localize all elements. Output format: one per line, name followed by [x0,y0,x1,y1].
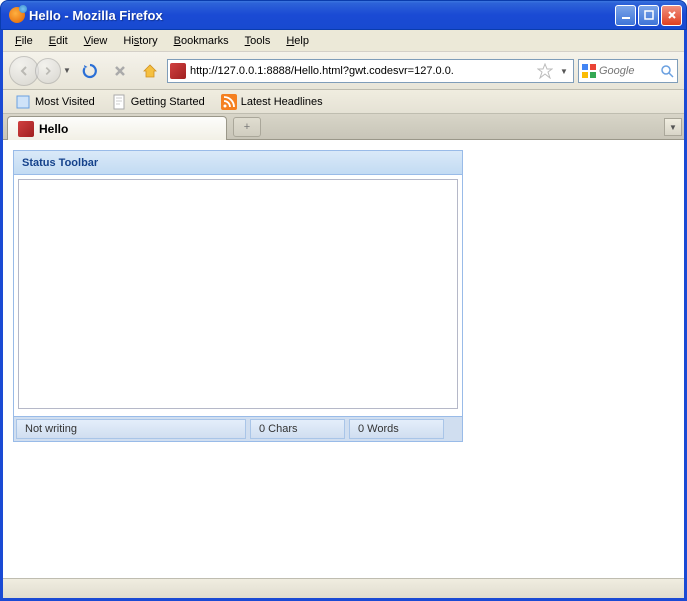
status-chars: 0 Chars [250,419,345,439]
window-title: Hello - Mozilla Firefox [29,8,615,23]
menu-view[interactable]: View [76,33,116,49]
chevron-down-icon: ▼ [560,67,568,76]
page-icon [111,94,127,110]
stop-button[interactable] [107,58,133,84]
search-bar[interactable] [578,59,678,83]
menu-help[interactable]: Help [278,33,317,49]
menu-bar: File Edit View History Bookmarks Tools H… [3,30,684,52]
rss-icon [221,94,237,110]
page-icon [15,94,31,110]
panel-title: Status Toolbar [14,151,462,175]
url-input[interactable] [190,65,533,77]
new-tab-button[interactable]: + [233,117,261,137]
window-titlebar: Hello - Mozilla Firefox [0,0,687,30]
menu-edit[interactable]: Edit [41,33,76,49]
page-content: Status Toolbar Not writing 0 Chars 0 Wor… [3,140,684,578]
nav-history-dropdown[interactable]: ▼ [61,59,73,83]
maximize-button[interactable] [638,5,659,26]
bookmark-label: Latest Headlines [241,96,323,108]
reload-button[interactable] [77,58,103,84]
minimize-button[interactable] [615,5,636,26]
plus-icon: + [244,121,250,133]
search-input[interactable] [599,65,657,77]
google-icon[interactable] [581,63,597,79]
bookmark-label: Most Visited [35,96,95,108]
bookmark-star-icon[interactable] [537,63,553,79]
window-controls [615,5,682,26]
address-bar[interactable]: ▼ [167,59,574,83]
browser-statusbar [3,578,684,598]
menu-bookmarks[interactable]: Bookmarks [166,33,237,49]
tab-bar: Hello + ▼ [3,114,684,140]
arrow-left-icon [17,64,31,78]
menu-file[interactable]: File [7,33,41,49]
panel-statusbar: Not writing 0 Chars 0 Words [14,416,462,441]
bookmark-most-visited[interactable]: Most Visited [9,92,101,112]
menu-history[interactable]: History [115,33,165,49]
bookmark-getting-started[interactable]: Getting Started [105,92,211,112]
arrow-right-icon [42,65,54,77]
site-favicon-icon [170,63,186,79]
status-words: 0 Words [349,419,444,439]
tab-list-button[interactable]: ▼ [664,118,682,136]
chevron-down-icon: ▼ [669,123,677,132]
stop-icon [112,63,128,79]
forward-button[interactable] [35,58,61,84]
bookmark-latest-headlines[interactable]: Latest Headlines [215,92,329,112]
firefox-icon [9,7,25,23]
panel-body [14,175,462,416]
chevron-down-icon: ▼ [63,66,71,75]
bookmark-label: Getting Started [131,96,205,108]
home-button[interactable] [137,58,163,84]
navigation-toolbar: ▼ ▼ [3,52,684,90]
tab-title: Hello [39,122,68,136]
status-toolbar-panel: Status Toolbar Not writing 0 Chars 0 Wor… [13,150,463,442]
search-icon[interactable] [659,63,675,79]
text-input[interactable] [18,179,458,409]
bookmarks-toolbar: Most Visited Getting Started Latest Head… [3,90,684,114]
tab-favicon-icon [18,121,34,137]
menu-tools[interactable]: Tools [237,33,279,49]
close-button[interactable] [661,5,682,26]
url-dropdown[interactable]: ▼ [557,65,571,77]
status-writing: Not writing [16,419,246,439]
home-icon [141,62,159,80]
reload-icon [81,62,99,80]
tab-active[interactable]: Hello [7,116,227,140]
